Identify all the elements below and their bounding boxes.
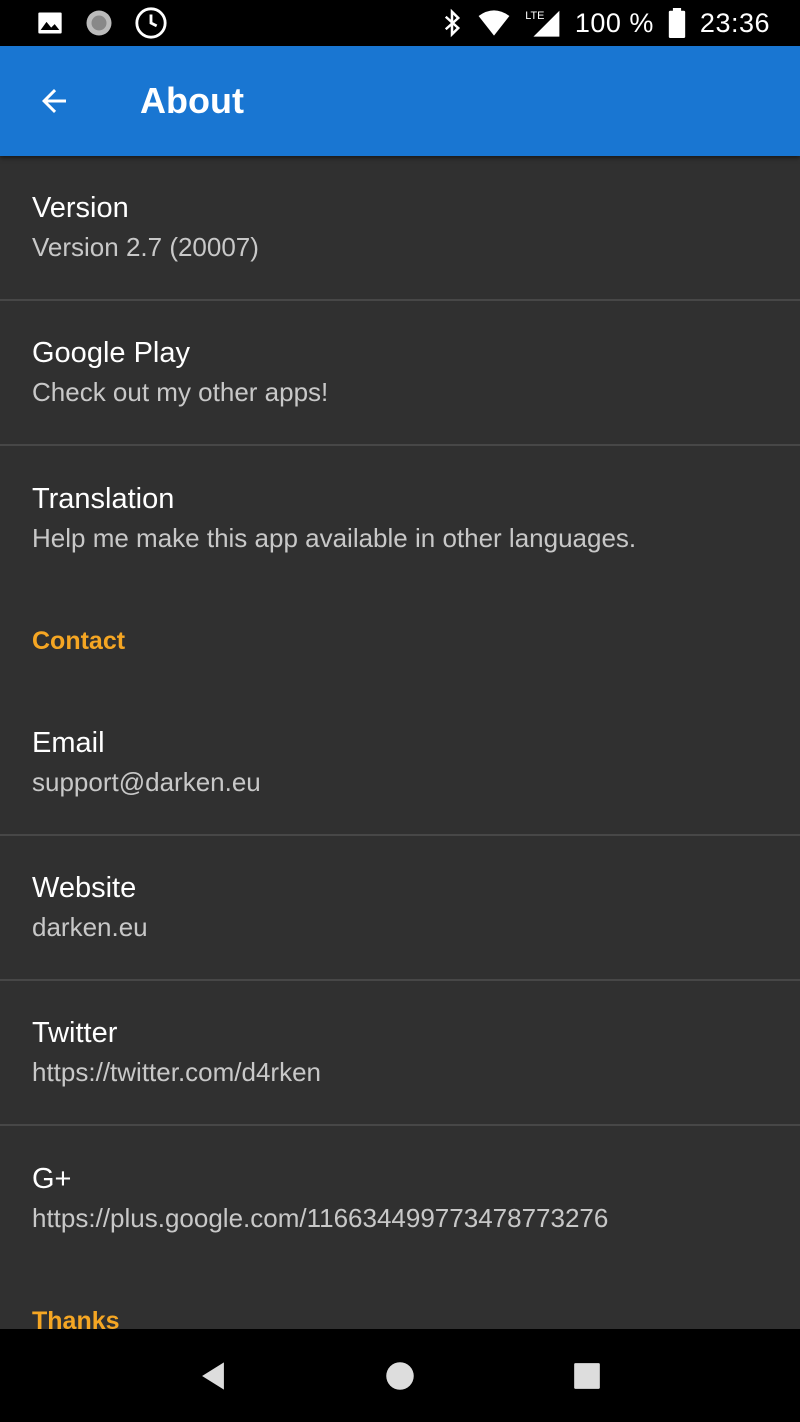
nav-home-button[interactable] [370,1346,430,1406]
email-item[interactable]: Email support@darken.eu [0,691,800,836]
nav-back-button[interactable] [183,1346,243,1406]
twitter-item[interactable]: Twitter https://twitter.com/d4rken [0,981,800,1126]
signal-icon: LTE [525,8,561,38]
pref-title: Email [32,726,105,759]
google-play-item[interactable]: Google Play Check out my other apps! [0,301,800,446]
pref-summary: Version 2.7 (20007) [32,231,259,262]
clock-time: 23:36 [699,7,770,38]
back-button[interactable] [24,71,84,131]
clock-icon [134,6,168,40]
contact-category-header: Contact [32,626,126,655]
battery-percent: 100 % [574,7,654,38]
status-bar: LTE 100 % 23:36 [0,0,800,46]
version-item[interactable]: Version Version 2.7 (20007) [0,156,800,301]
arrow-back-icon [42,89,66,113]
pref-summary: support@darken.eu [32,766,261,797]
page-title: About [140,80,244,121]
pref-title: G+ [32,1162,72,1195]
pref-summary: Check out my other apps! [32,376,329,407]
square-recents-icon [573,1362,600,1389]
pref-summary: darken.eu [32,911,148,942]
status-left-icons [36,6,168,40]
website-item[interactable]: Website darken.eu [0,836,800,981]
thanks-category-header: Thanks [32,1306,120,1330]
triangle-back-icon [202,1361,225,1390]
battery-icon [668,8,686,38]
status-right-icons: LTE 100 % 23:36 [441,8,770,39]
about-list[interactable]: Version Version 2.7 (20007) Google Play … [0,156,800,1329]
wifi-icon [477,9,511,37]
bluetooth-icon [441,8,463,38]
app-bar: About [0,46,800,156]
pref-summary: https://plus.google.com/1166344997734787… [32,1202,609,1233]
image-icon [36,9,64,37]
pref-summary: Help me make this app available in other… [32,522,637,553]
pref-title: Translation [32,482,175,515]
pref-title: Twitter [32,1016,118,1049]
pref-title: Website [32,871,137,904]
pref-summary: https://twitter.com/d4rken [32,1056,322,1087]
sync-circle-icon [84,8,114,38]
circle-home-icon [386,1361,414,1390]
pref-title: Google Play [32,336,190,369]
gplus-item[interactable]: G+ https://plus.google.com/1166344997734… [0,1126,800,1271]
network-label: LTE [525,10,544,22]
nav-recents-button[interactable] [557,1346,617,1406]
navigation-bar [0,1329,800,1422]
translation-item[interactable]: Translation Help me make this app availa… [0,446,800,591]
pref-title: Version [32,191,129,224]
